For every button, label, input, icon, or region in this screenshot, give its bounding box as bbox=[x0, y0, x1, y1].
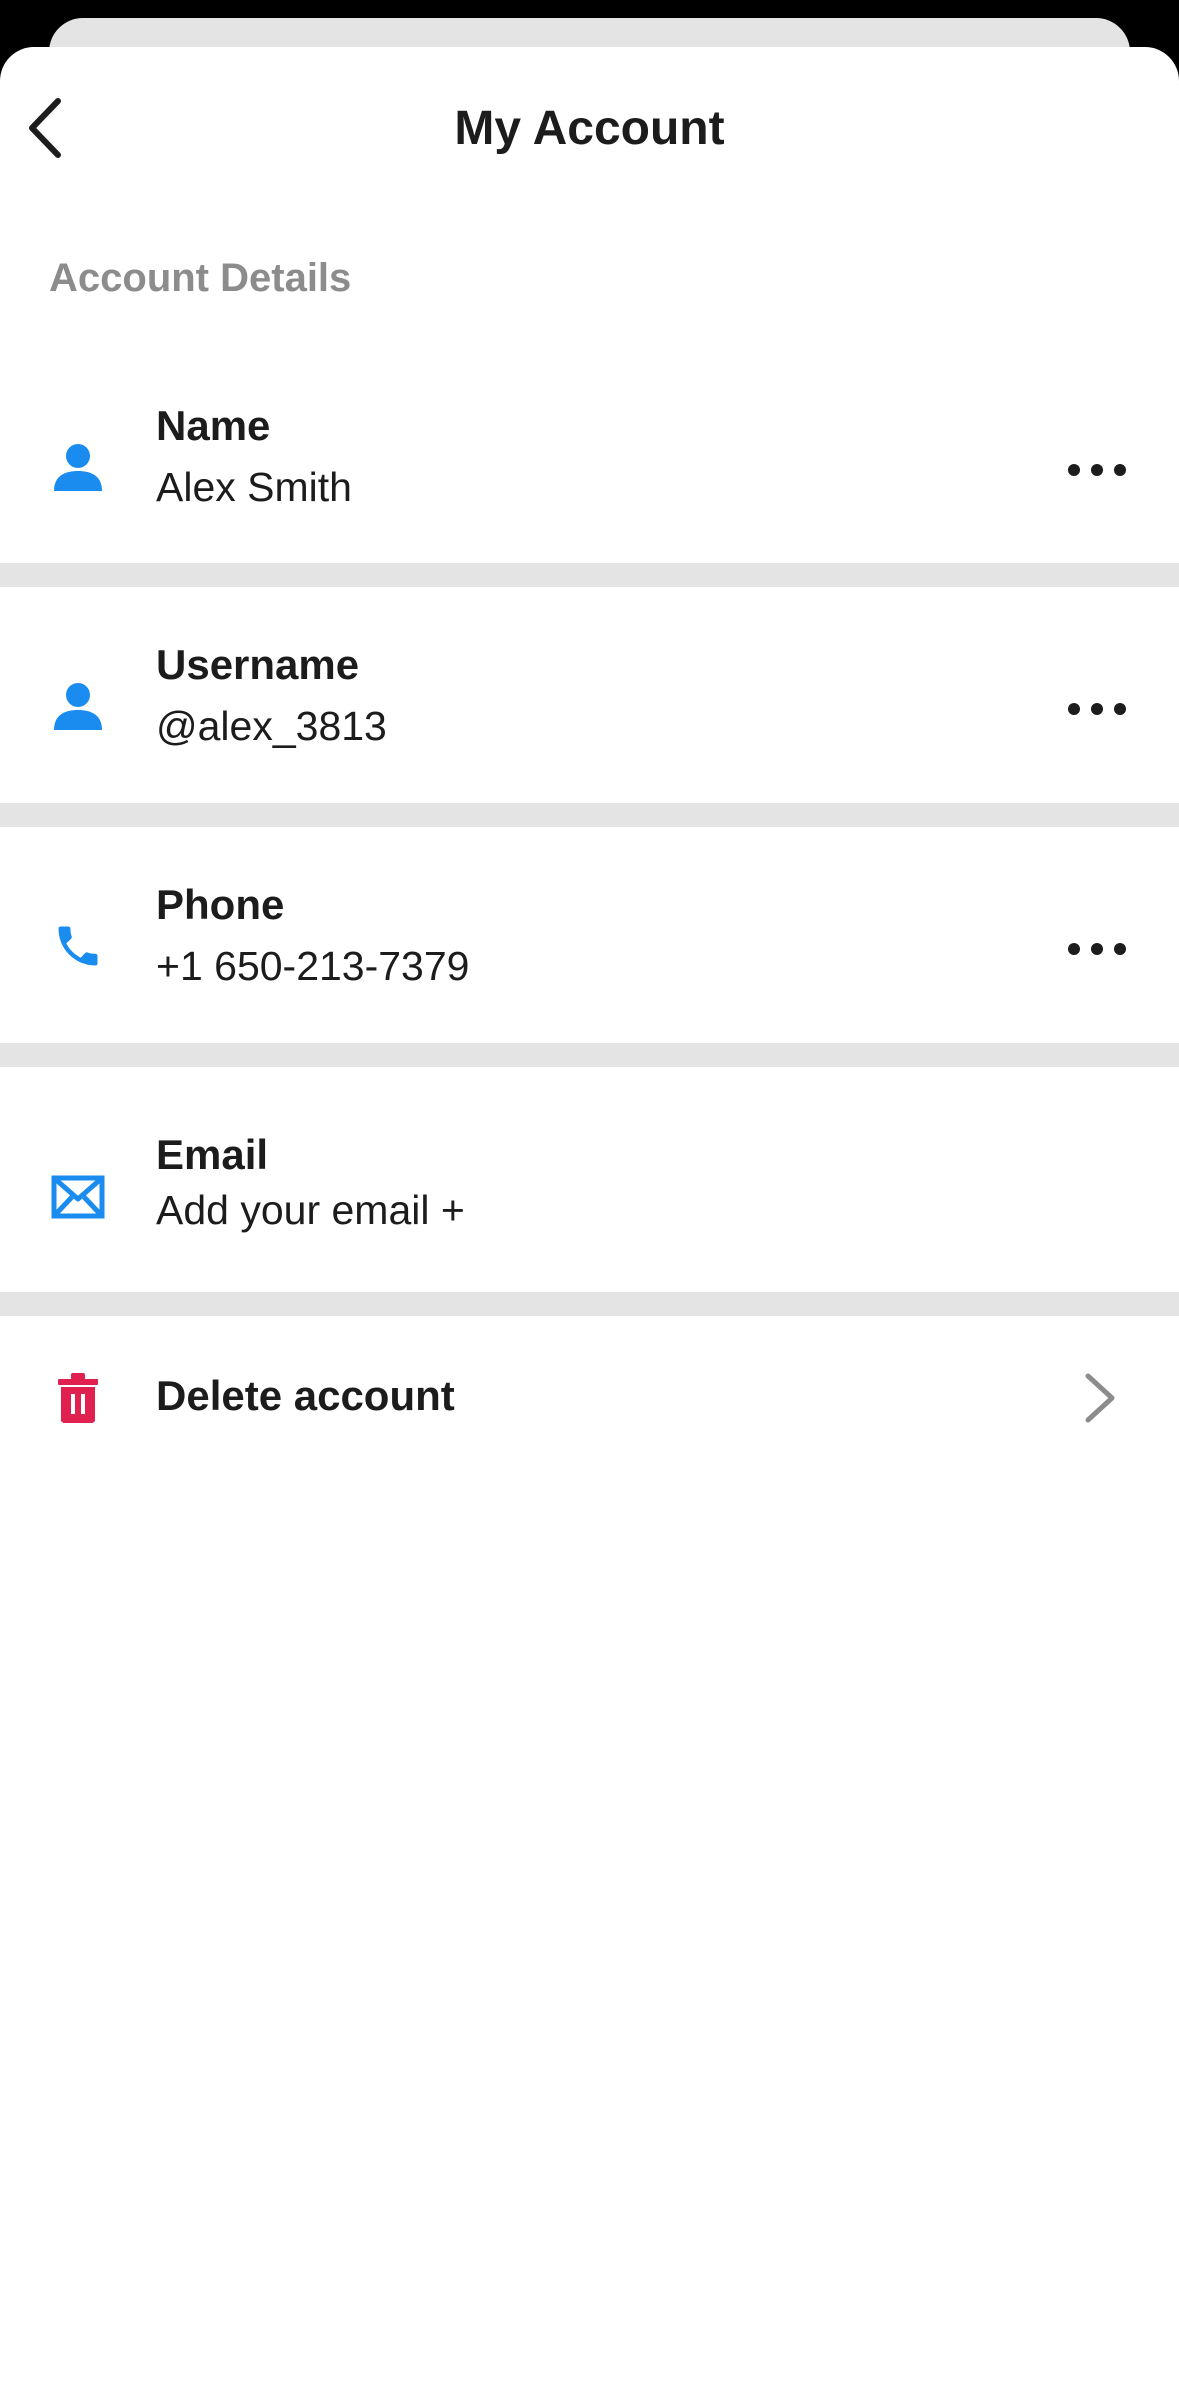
username-value: @alex_3813 bbox=[156, 703, 387, 749]
person-icon bbox=[48, 676, 108, 736]
phone-row[interactable]: Phone +1 650-213-7379 bbox=[0, 827, 1179, 1043]
email-row[interactable]: Email Add your email + bbox=[0, 1067, 1179, 1283]
phone-value: +1 650-213-7379 bbox=[156, 943, 470, 989]
name-title: Name bbox=[156, 402, 271, 449]
person-icon bbox=[48, 437, 108, 497]
delete-account-chevron[interactable] bbox=[1070, 1363, 1130, 1433]
divider bbox=[0, 803, 1179, 827]
email-value[interactable]: Add your email + bbox=[156, 1187, 465, 1234]
phone-icon bbox=[48, 916, 108, 976]
mail-icon bbox=[48, 1167, 108, 1227]
page-title: My Account bbox=[454, 102, 725, 155]
section-label: Account Details bbox=[49, 256, 352, 300]
username-title: Username bbox=[156, 641, 360, 688]
more-icon bbox=[1068, 464, 1126, 476]
more-icon bbox=[1068, 703, 1126, 715]
email-title: Email bbox=[156, 1131, 269, 1178]
phone-more-button[interactable] bbox=[1052, 919, 1142, 979]
name-value: Alex Smith bbox=[156, 464, 352, 510]
trash-icon bbox=[48, 1368, 108, 1428]
more-icon bbox=[1068, 943, 1126, 955]
name-more-button[interactable] bbox=[1052, 440, 1142, 500]
delete-account-row[interactable]: Delete account bbox=[0, 1316, 1179, 1496]
username-row[interactable]: Username @alex_3813 bbox=[0, 587, 1179, 803]
divider bbox=[0, 1292, 1179, 1316]
divider bbox=[0, 1043, 1179, 1067]
delete-account-label: Delete account bbox=[156, 1372, 455, 1419]
chevron-right-icon bbox=[1085, 1373, 1115, 1423]
name-row[interactable]: Name Alex Smith bbox=[0, 364, 1179, 580]
username-more-button[interactable] bbox=[1052, 679, 1142, 739]
divider bbox=[0, 563, 1179, 587]
phone-title: Phone bbox=[156, 881, 285, 928]
account-sheet: My Account Account Details Name Alex Smi… bbox=[0, 47, 1179, 2396]
header: My Account bbox=[0, 47, 1179, 217]
